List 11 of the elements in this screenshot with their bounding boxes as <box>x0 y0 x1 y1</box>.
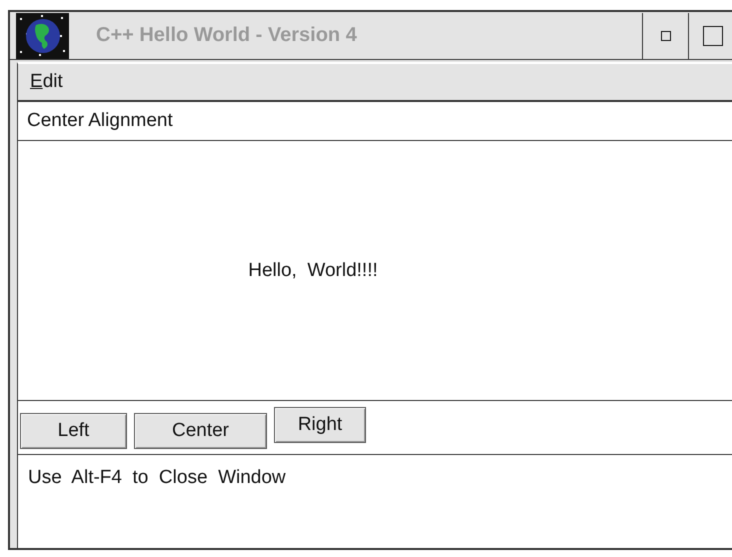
hello-text: Hello, World!!!! <box>248 260 378 282</box>
alignment-button[interactable]: Left <box>20 413 127 449</box>
window-title: C++ Hello World - Version 4 <box>96 24 358 47</box>
menu-item[interactable]: Edit <box>30 71 63 93</box>
globe-icon <box>16 12 69 58</box>
status-header: Center Alignment <box>18 102 732 141</box>
alignment-button[interactable]: Right <box>274 407 366 443</box>
message-text: Use Alt-F4 to Close Window <box>18 455 732 548</box>
alignment-button[interactable]: Center <box>134 413 267 449</box>
maximize-icon[interactable] <box>703 26 723 46</box>
minimize-icon[interactable] <box>660 30 670 40</box>
